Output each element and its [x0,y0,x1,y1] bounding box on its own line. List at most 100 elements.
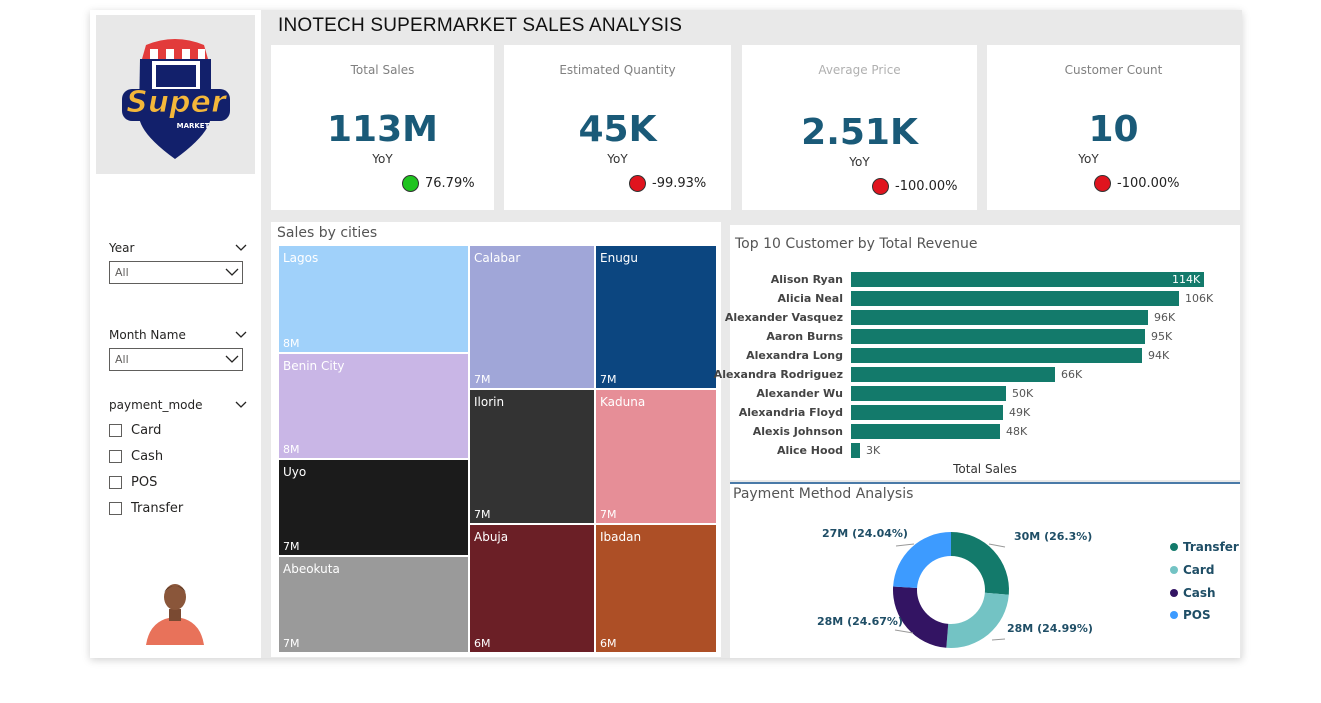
bar[interactable] [851,443,860,458]
bar[interactable] [851,348,1142,363]
kpi-customer-count: Customer Count 10 YoY -100.00% [987,45,1240,210]
leader-line [895,543,915,547]
bar-value-label: 95K [1151,330,1173,343]
kpi-change: -99.93% [629,175,706,192]
bar-category-label: Alexander Wu [756,387,843,400]
payment-option-pos[interactable]: POS [109,469,249,495]
x-axis-label: Total Sales [953,462,1017,476]
logo: Super MARKET [96,15,255,174]
donut-chart [893,532,1009,648]
supermarket-logo-icon: Super MARKET [122,39,230,159]
chevron-down-icon [225,268,239,276]
treemap-tile-enugu[interactable]: Enugu 7M [595,245,717,389]
legend-item-pos[interactable]: POS [1170,608,1211,622]
bar-category-label: Alexander Vasquez [724,311,843,324]
bar-category-label: Alexandra Long [746,349,843,362]
month-slicer-title: Month Name [109,327,249,343]
payment-option-transfer[interactable]: Transfer [109,495,249,521]
bar-row[interactable]: Alison Ryan 114K [730,270,1240,289]
bar-category-label: Alison Ryan [770,273,843,286]
month-dropdown[interactable]: All [109,348,243,371]
bar[interactable] [851,386,1006,401]
kpi-change: -100.00% [872,178,958,195]
bar[interactable] [851,272,1204,287]
bar[interactable] [851,424,1000,439]
payment-option-card[interactable]: Card [109,417,249,443]
sales-by-cities-panel: Sales by cities Lagos 8M Benin City 8M Uyo… [271,222,721,657]
treemap-tile-kaduna[interactable]: Kaduna 7M [595,389,717,524]
treemap-tile-abuja[interactable]: Abuja 6M [469,524,595,653]
treemap-tile-lagos[interactable]: Lagos 8M [278,245,469,353]
bar-row[interactable]: Alexander Vasquez 96K [725,308,1240,327]
treemap-tile-uyo[interactable]: Uyo 7M [278,459,469,556]
svg-text:Super: Super [126,85,228,120]
payment-mode-slicer: payment_mode Card Cash POS Transfer [109,397,249,521]
donut-slice-transfer[interactable] [951,532,1009,595]
treemap-tile-benin-city[interactable]: Benin City 8M [278,353,469,459]
legend-dot-icon [1170,611,1178,619]
bar-row[interactable]: Alexis Johnson 48K [730,422,1240,441]
kpi-change: -100.00% [1094,175,1180,192]
bar-category-label: Alexis Johnson [752,425,843,438]
donut-legend: Transfer Card Cash POS [1170,540,1240,630]
bar-value-label: 114K [1172,273,1201,286]
bar-value-label: 49K [1009,406,1031,419]
donut-slice-pos[interactable] [893,532,951,588]
donut-label-pos: 27M (24.04%) [822,527,908,540]
bar-value-label: 66K [1061,368,1083,381]
bar-category-label: Alexandria Floyd [738,406,843,419]
bar-value-label: 94K [1148,349,1170,362]
donut-label-transfer: 30M (26.3%) [1014,530,1093,543]
status-red-icon [1094,175,1111,192]
treemap-tile-abeokuta[interactable]: Abeokuta 7M [278,556,469,653]
kpi-yoy-label: YoY [372,152,393,166]
bar[interactable] [851,329,1145,344]
bar-row[interactable]: Alicia Neal 106K [730,289,1240,308]
chevron-down-icon[interactable] [235,329,247,339]
bar[interactable] [851,291,1179,306]
page-title: INOTECH SUPERMARKET SALES ANALYSIS [278,15,683,36]
kpi-label: Customer Count [1064,63,1163,77]
bar-value-label: 3K [866,444,881,457]
bar[interactable] [851,367,1055,382]
year-dropdown[interactable]: All [109,261,243,284]
chevron-down-icon [225,355,239,363]
bar[interactable] [851,310,1148,325]
kpi-value: 2.51K [801,112,918,153]
chevron-down-icon[interactable] [235,242,247,252]
kpi-label: Estimated Quantity [559,63,676,77]
dashboard-canvas: Super MARKET Year All Month Name All pay… [90,10,1242,658]
bar-value-label: 50K [1012,387,1034,400]
status-red-icon [872,178,889,195]
checkbox[interactable] [109,423,122,437]
checkbox[interactable] [109,501,122,515]
legend-item-card[interactable]: Card [1170,563,1214,577]
payment-mode-slicer-title: payment_mode [109,397,249,413]
sidebar: Super MARKET Year All Month Name All pay… [90,10,261,658]
bar-category-label: Alicia Neal [777,292,843,305]
treemap-tile-calabar[interactable]: Calabar 7M [469,245,595,389]
legend-item-cash[interactable]: Cash [1170,586,1216,600]
bar-category-label: Aaron Burns [766,330,843,343]
checkbox[interactable] [109,449,122,463]
bar-row[interactable]: Alexandria Floyd 49K [730,403,1240,422]
treemap-tile-ilorin[interactable]: Ilorin 7M [469,389,595,524]
bar-row[interactable]: Alexander Wu 50K [730,384,1240,403]
panel-title: Top 10 Customer by Total Revenue [735,236,978,252]
bar-row[interactable]: Alexandra Rodriguez 66K [714,365,1240,384]
kpi-total-sales: Total Sales 113M YoY 76.79% [271,45,494,210]
treemap-tile-ibadan[interactable]: Ibadan 6M [595,524,717,653]
month-slicer: Month Name All [109,327,249,371]
bar-row[interactable]: Alexandra Long 94K [730,346,1240,365]
donut-label-card: 28M (24.99%) [1007,622,1093,635]
checkbox[interactable] [109,475,122,489]
bar-row[interactable]: Aaron Burns 95K [730,327,1240,346]
chevron-down-icon[interactable] [235,399,247,409]
legend-item-transfer[interactable]: Transfer [1170,540,1239,554]
kpi-value: 113M [327,109,438,150]
payment-option-cash[interactable]: Cash [109,443,249,469]
bar-row[interactable]: Alice Hood 3K [730,441,1240,460]
bar-category-label: Alexandra Rodriguez [713,368,843,381]
payment-method-panel: Payment Method Analysis 27M (24.04%) 30M… [730,482,1240,658]
bar[interactable] [851,405,1003,420]
